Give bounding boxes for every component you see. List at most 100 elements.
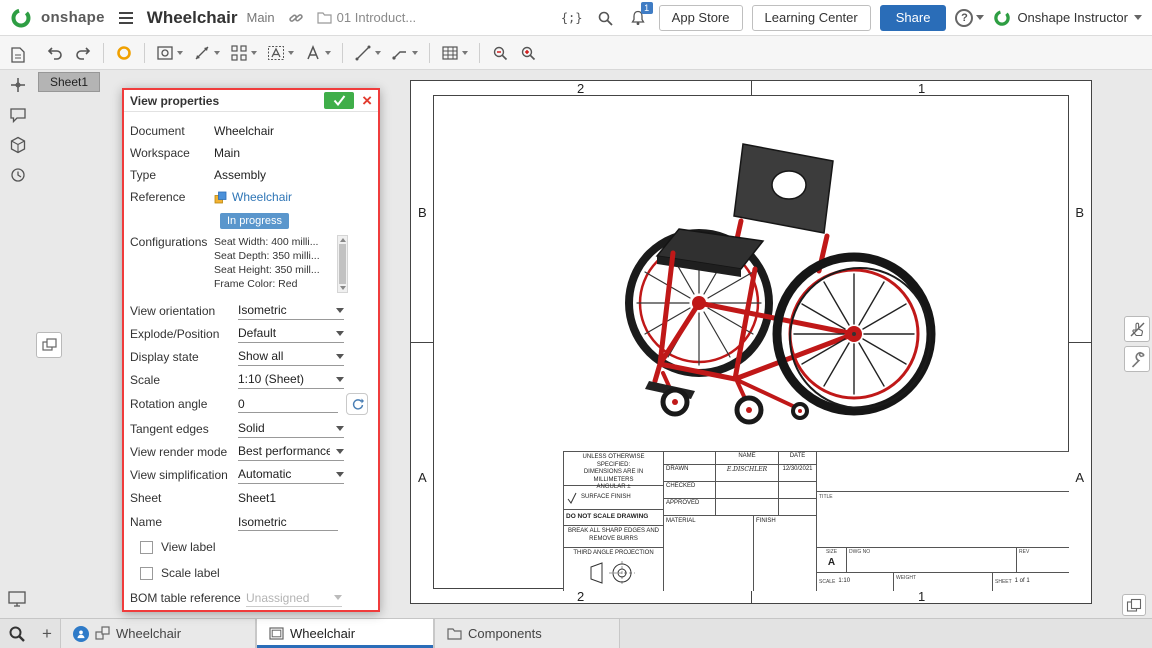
rotation-angle-input[interactable] — [238, 395, 338, 413]
table-tool-button[interactable] — [437, 39, 472, 67]
rev-label: REV — [1019, 549, 1029, 555]
collaborator-badge — [73, 626, 89, 642]
onshape-logo-small — [993, 9, 1011, 27]
scale-select[interactable]: 1:10 (Sheet) — [238, 371, 344, 389]
notes-line: DIMENSIONS ARE IN MILLIMETERS — [566, 469, 661, 484]
insert-view-button[interactable] — [152, 39, 187, 67]
reference-link[interactable]: Wheelchair — [214, 190, 292, 204]
brand-wordmark: onshape — [41, 9, 105, 26]
do-not-scale-label: DO NOT SCALE DRAWING — [564, 510, 663, 526]
featurescript-icon[interactable]: {;} — [560, 6, 584, 30]
tab-wheelchair-assembly[interactable]: Wheelchair — [60, 619, 256, 648]
callout-tool-button[interactable] — [387, 39, 422, 67]
sheet-value: Sheet1 — [238, 491, 276, 505]
tangent-edges-row: Tangent edges Solid — [124, 417, 378, 440]
link-icon[interactable] — [284, 6, 308, 30]
tangent-edges-select[interactable]: Solid — [238, 420, 344, 438]
configuration-item: Seat Width: 400 milli... — [214, 235, 335, 249]
history-icon[interactable] — [5, 162, 31, 188]
projection-label: THIRD ANGLE PROJECTION — [566, 550, 661, 558]
add-tab-button[interactable]: + — [34, 619, 60, 648]
bom-reference-select[interactable]: Unassigned — [246, 589, 342, 607]
view-simplification-select[interactable]: Automatic — [238, 466, 344, 484]
tab-components-folder[interactable]: Components — [434, 619, 620, 648]
sheet1-tab[interactable]: Sheet1 — [38, 72, 100, 92]
undo-button[interactable] — [42, 39, 68, 67]
hamburger-menu-icon[interactable] — [114, 6, 138, 30]
view-orientation-row: View orientation Isometric — [124, 299, 378, 322]
render-mode-select[interactable]: Best performance — [238, 443, 344, 461]
left-rail — [0, 38, 36, 618]
measure-button[interactable] — [487, 39, 513, 67]
view-label-text: View label — [161, 540, 215, 554]
display-state-row: Display state Show all — [124, 345, 378, 368]
search-icon[interactable] — [593, 6, 617, 30]
scale-label-checkbox[interactable] — [140, 567, 153, 580]
app-store-button[interactable]: App Store — [659, 5, 743, 31]
notification-badge: 1 — [641, 2, 653, 14]
zoom-tools-icon[interactable] — [0, 619, 34, 648]
topbar: onshape Wheelchair Main 01 Introduct... … — [0, 0, 1152, 36]
close-icon[interactable]: × — [362, 92, 372, 109]
wrench-icon[interactable] — [1124, 346, 1150, 372]
assembly-icon — [214, 191, 227, 204]
onshape-logo[interactable] — [10, 7, 32, 29]
view-label-checkbox[interactable] — [140, 541, 153, 554]
chevron-down-icon — [214, 51, 220, 55]
display-state-select[interactable]: Show all — [238, 348, 344, 366]
sheet-pages-button[interactable] — [1122, 594, 1146, 616]
field-label: Reference — [130, 190, 214, 204]
date-header: DATE — [779, 452, 816, 464]
view-name-input[interactable] — [238, 513, 338, 531]
update-views-button[interactable] — [111, 39, 137, 67]
user-account-menu[interactable]: Onshape Instructor — [993, 9, 1142, 27]
pattern-tool-button[interactable] — [226, 39, 261, 67]
rotation-angle-row: Rotation angle — [124, 391, 378, 417]
explode-position-select[interactable]: Default — [238, 325, 344, 343]
size-label: SIZE — [826, 549, 837, 555]
weight-label: WEIGHT — [896, 575, 916, 581]
dimension-tool-button[interactable] — [189, 39, 224, 67]
measure-settings-button[interactable] — [515, 39, 541, 67]
redo-button[interactable] — [70, 39, 96, 67]
finish-label: FINISH — [754, 516, 816, 591]
help-menu[interactable]: ? — [955, 9, 984, 27]
configurations-list[interactable]: Seat Width: 400 milli... Seat Depth: 350… — [214, 235, 348, 291]
reference-row: Reference Wheelchair — [124, 186, 378, 208]
status-row: In progress — [124, 208, 378, 233]
field-label: Workspace — [130, 146, 214, 160]
text-box-tool-button[interactable] — [263, 39, 298, 67]
chevron-down-icon — [336, 308, 344, 313]
comments-icon[interactable] — [5, 102, 31, 128]
folder-breadcrumb[interactable]: 01 Introduct... — [317, 10, 417, 25]
dimension-styles-icon[interactable] — [5, 72, 31, 98]
sheet-overlay-button[interactable] — [36, 332, 62, 358]
scale-row: Scale 1:10 (Sheet) — [124, 368, 378, 391]
line-tool-button[interactable] — [350, 39, 385, 67]
scrollbar[interactable] — [337, 235, 348, 293]
dwg-no-label: DWG NO — [849, 549, 870, 555]
title-label: TITLE — [819, 494, 833, 500]
configuration-item: Frame Color: Red — [214, 277, 335, 291]
notifications-bell-icon[interactable]: 1 — [626, 6, 650, 30]
drawing-icon — [269, 626, 284, 641]
sheets-panel-icon[interactable] — [5, 42, 31, 68]
drawn-name: E.DISCHLER — [716, 465, 779, 481]
parts-list-icon[interactable] — [5, 132, 31, 158]
workspace-row: Workspace Main — [124, 142, 378, 164]
confirm-button[interactable] — [324, 92, 354, 109]
chevron-down-icon — [375, 51, 381, 55]
name-row: Name — [124, 510, 378, 534]
touch-mode-button[interactable] — [1124, 316, 1150, 342]
chevron-down-icon — [976, 15, 984, 20]
sheet-value: 1 of 1 — [1015, 578, 1030, 586]
share-button[interactable]: Share — [880, 5, 947, 31]
learning-center-button[interactable]: Learning Center — [752, 5, 871, 31]
view-simplification-row: View simplification Automatic — [124, 463, 378, 486]
note-tool-button[interactable] — [300, 39, 335, 67]
configuration-item: Seat Depth: 350 milli... — [214, 249, 335, 263]
reset-rotation-button[interactable] — [346, 393, 368, 415]
tab-wheelchair-drawing[interactable]: Wheelchair — [256, 619, 434, 648]
view-orientation-select[interactable]: Isometric — [238, 302, 344, 320]
field-label: View simplification — [130, 468, 214, 482]
